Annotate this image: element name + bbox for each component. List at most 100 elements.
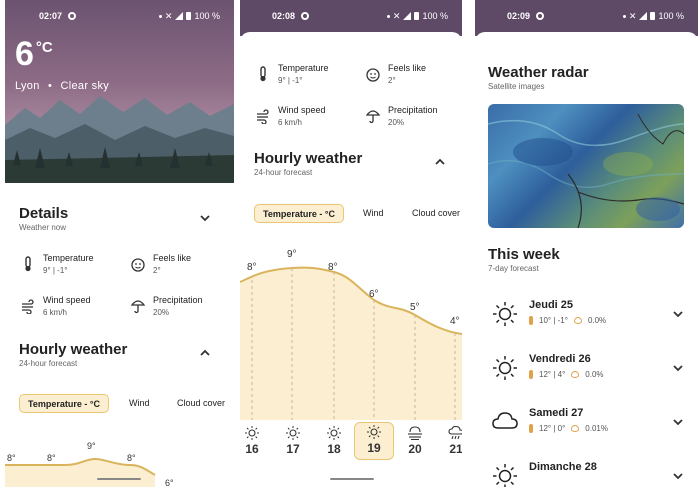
day-name: Samedi 27	[529, 407, 584, 419]
day-info: 12° | 0° 0.01%	[529, 424, 608, 433]
chevron-down-icon[interactable]	[672, 308, 684, 320]
hour-label: 18	[327, 442, 341, 456]
chip-temperature[interactable]: Temperature - °C	[254, 204, 344, 223]
day-row[interactable]: Samedi 27 12° | 0° 0.01%	[488, 401, 686, 447]
hour-slot[interactable]: 20	[395, 424, 435, 460]
clock: 02:08	[272, 11, 296, 21]
sheet-top	[475, 32, 698, 42]
chip-wind[interactable]: Wind	[121, 394, 158, 413]
day-name: Jeudi 25	[529, 299, 574, 311]
day-precip: 0.0%	[585, 370, 604, 379]
metric-wind-speed: Wind speed 6 km/h	[21, 295, 91, 317]
hourly-subtitle: 24-hour forecast	[19, 359, 78, 368]
battery-level: 100 %	[658, 11, 684, 21]
temp-label: 8°	[127, 453, 136, 463]
radar-map[interactable]	[488, 104, 684, 228]
chip-wind[interactable]: Wind	[355, 204, 392, 223]
day-info: 12° | 4° 0.0%	[529, 370, 604, 379]
hour-label: 17	[286, 442, 300, 456]
hour-slot[interactable]: 17	[273, 424, 313, 460]
thermometer-icon	[529, 316, 533, 325]
dot-icon	[386, 14, 390, 18]
app-notification-icon	[536, 12, 545, 20]
hour-slot[interactable]: 21	[436, 424, 462, 460]
clock: 02:07	[39, 11, 63, 21]
day-row[interactable]: Vendredi 26 12° | 4° 0.0%	[488, 347, 686, 393]
nav-handle	[330, 478, 374, 480]
status-bar: 02:07 ✕ 100 %	[5, 8, 234, 24]
mute-icon: ✕	[628, 10, 637, 21]
battery-icon	[186, 12, 192, 20]
day-name: Dimanche 28	[529, 461, 597, 473]
thermometer-icon	[25, 256, 31, 272]
radar-title: Weather radar	[488, 64, 589, 81]
metric-label: Feels like	[153, 253, 192, 263]
metric-value: 9° | -1°	[278, 76, 303, 85]
temp-label: 6°	[369, 289, 379, 300]
chip-cloud-cover[interactable]: Cloud cover	[169, 394, 233, 413]
temp-label: 8°	[47, 453, 56, 463]
temp-label: 8°	[7, 453, 16, 463]
day-row[interactable]: Jeudi 25 10° | -1° 0.0%	[488, 293, 686, 339]
hour-slot[interactable]: 16	[240, 424, 272, 460]
rain-cloud-icon	[448, 426, 462, 440]
day-precip: 0.01%	[585, 424, 608, 433]
hour-slot[interactable]: 18	[314, 424, 354, 460]
app-notification-icon	[301, 12, 310, 20]
day-info: 10° | -1° 0.0%	[529, 316, 606, 325]
hour-label: 21	[449, 442, 462, 456]
cloud-icon	[492, 412, 518, 429]
current-temperature: 6 °C	[15, 35, 53, 73]
metric-value: 2°	[153, 266, 161, 275]
sun-icon	[493, 356, 517, 380]
metric-value: 6 km/h	[43, 308, 68, 317]
metric-wind-speed: Wind speed 6 km/h	[256, 105, 326, 127]
hourly-subtitle: 24-hour forecast	[254, 168, 313, 177]
metric-value: 20%	[153, 308, 170, 317]
temp-label: 4°	[450, 316, 460, 327]
chip-temperature[interactable]: Temperature - °C	[19, 394, 109, 413]
metric-feels-like: Feels like 2°	[366, 63, 426, 85]
radar-satellite-image	[488, 113, 684, 228]
temp-label: 5°	[410, 302, 420, 313]
chip-cloud-cover[interactable]: Cloud cover	[404, 204, 462, 223]
week-title: This week	[488, 246, 560, 263]
fog-icon	[408, 426, 422, 440]
sheet-top	[240, 32, 462, 42]
metric-label: Temperature	[278, 63, 329, 73]
signal-icon	[403, 12, 412, 20]
metric-temperature: Temperature 9° | -1°	[256, 63, 329, 85]
chevron-down-icon[interactable]	[672, 470, 684, 482]
hour-label: 20	[408, 442, 422, 456]
metric-value: 9° | -1°	[43, 266, 68, 275]
metric-label: Precipitation	[153, 295, 203, 305]
battery-icon	[414, 12, 420, 20]
wind-icon	[257, 109, 269, 124]
day-row[interactable]: Dimanche 28	[488, 455, 686, 487]
sun-icon	[245, 426, 259, 440]
chevron-up-icon[interactable]	[199, 347, 211, 359]
battery-level: 100 %	[194, 11, 220, 21]
details-title: Details	[19, 205, 69, 222]
chevron-up-icon[interactable]	[434, 156, 446, 168]
chevron-down-icon[interactable]	[672, 362, 684, 374]
hour-slot-selected[interactable]: 19	[354, 422, 394, 460]
day-name: Vendredi 26	[529, 353, 591, 365]
chevron-down-icon[interactable]	[199, 212, 211, 224]
battery-level: 100 %	[422, 11, 448, 21]
face-icon	[366, 68, 380, 82]
metric-value: 20%	[388, 118, 405, 127]
sun-icon	[286, 426, 300, 440]
thermometer-icon	[260, 66, 266, 82]
umbrella-icon	[131, 300, 145, 314]
radar-subtitle: Satellite images	[488, 82, 545, 91]
week-subtitle: 7-day forecast	[488, 264, 539, 273]
temp-label: 8°	[328, 262, 338, 273]
metric-label: Temperature	[43, 253, 94, 263]
temp-label: 9°	[87, 441, 96, 451]
metric-precipitation: Precipitation 20%	[131, 295, 203, 317]
details-subtitle: Weather now	[19, 223, 66, 232]
temp-label: 6°	[165, 478, 174, 487]
chevron-down-icon[interactable]	[672, 416, 684, 428]
screen-1: 6 °C Lyon • Clear sky 02:07 ✕ 100 % Detail…	[5, 0, 234, 487]
